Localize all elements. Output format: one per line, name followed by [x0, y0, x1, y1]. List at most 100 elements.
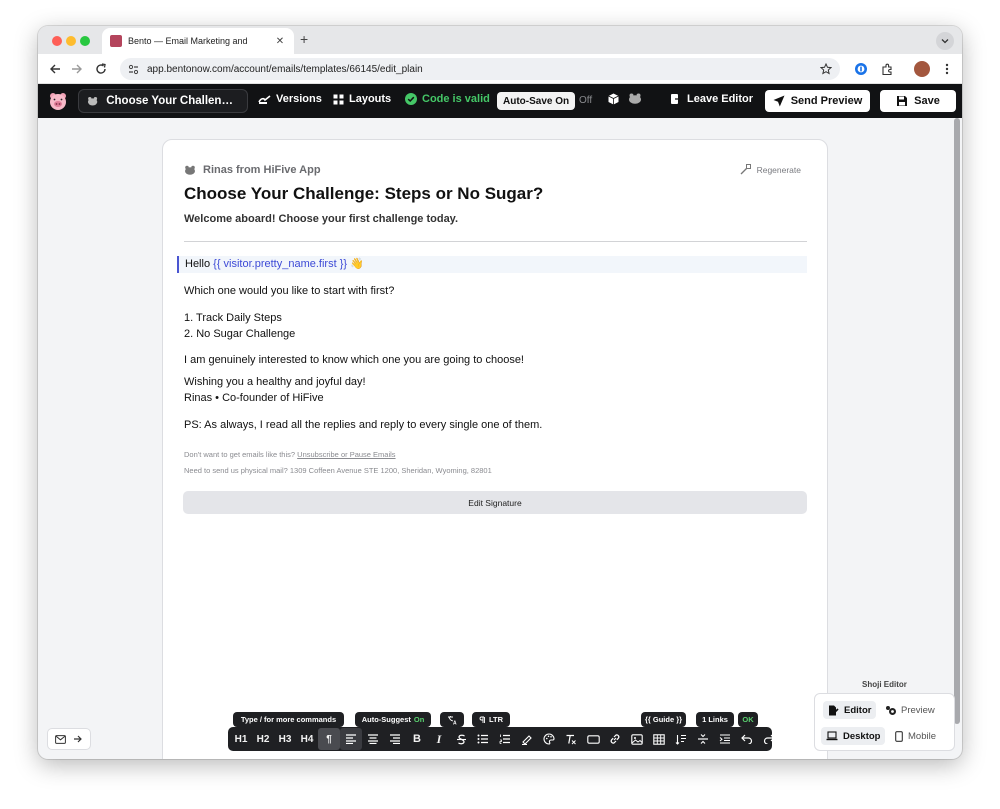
- button-block-icon[interactable]: [582, 728, 604, 750]
- template-title-button[interactable]: Choose Your Challenge:...: [78, 89, 248, 113]
- email-icon[interactable]: [55, 734, 67, 744]
- password-extension-icon[interactable]: [854, 62, 868, 76]
- align-right-icon[interactable]: [384, 728, 406, 750]
- check-circle-icon: [405, 93, 417, 105]
- paragraph-button[interactable]: ¶: [318, 728, 340, 750]
- challenge-list[interactable]: 1. Track Daily Steps 2. No Sugar Challen…: [184, 310, 295, 342]
- profile-avatar[interactable]: [914, 61, 930, 77]
- forward-icon[interactable]: [70, 62, 84, 76]
- site-settings-icon[interactable]: [128, 64, 139, 75]
- heading-1-button[interactable]: H1: [230, 728, 252, 750]
- tab-search-icon[interactable]: [936, 32, 954, 50]
- line-height-icon[interactable]: [670, 728, 692, 750]
- close-tab-icon[interactable]: ✕: [274, 36, 286, 47]
- heading-4-button[interactable]: H4: [296, 728, 318, 750]
- image-icon[interactable]: [626, 728, 648, 750]
- unsubscribe-footer: Don't want to get emails like this? Unsu…: [184, 450, 396, 459]
- regenerate-button[interactable]: Regenerate: [740, 164, 801, 175]
- browser-menu-icon[interactable]: [940, 62, 954, 76]
- text-direction-toggle[interactable]: LTR: [472, 712, 510, 727]
- minimize-window-button[interactable]: [66, 36, 76, 46]
- sender-name[interactable]: Rinas from HiFive App: [184, 164, 321, 176]
- heading-3-button[interactable]: H3: [274, 728, 296, 750]
- shoji-editor-label: Shoji Editor: [862, 680, 907, 689]
- email-subject[interactable]: Choose Your Challenge: Steps or No Sugar…: [184, 184, 543, 204]
- editor-mode-button[interactable]: Editor: [823, 701, 877, 719]
- leave-editor-button[interactable]: Leave Editor: [670, 93, 753, 105]
- autosave-off-option[interactable]: Off: [579, 95, 592, 106]
- autosave-toggle[interactable]: Auto-Save On: [497, 92, 576, 110]
- redo-icon[interactable]: [758, 728, 780, 750]
- forward-arrow-icon[interactable]: [73, 734, 83, 744]
- back-icon[interactable]: [48, 62, 62, 76]
- document-edit-icon: [829, 705, 839, 715]
- signature-line[interactable]: Rinas • Co-founder of HiFive: [184, 390, 324, 406]
- email-editor-card: Rinas from HiFive App Regenerate Choose …: [162, 139, 828, 759]
- new-tab-icon[interactable]: +: [300, 31, 308, 47]
- maximize-window-button[interactable]: [80, 36, 90, 46]
- phone-icon: [895, 730, 903, 742]
- wishing-line[interactable]: Wishing you a healthy and joyful day!: [184, 374, 366, 390]
- links-count-button[interactable]: 1 Links: [696, 712, 734, 727]
- ps-paragraph[interactable]: PS: As always, I read all the replies an…: [184, 417, 542, 433]
- link-icon[interactable]: [604, 728, 626, 750]
- url-bar[interactable]: app.bentonow.com/account/emails/template…: [120, 58, 840, 80]
- bento-logo-icon[interactable]: [48, 91, 68, 111]
- align-left-icon[interactable]: [340, 728, 362, 750]
- unsubscribe-link[interactable]: Unsubscribe or Pause Emails: [297, 450, 395, 459]
- sender-bento-icon: [185, 165, 195, 175]
- edit-signature-button[interactable]: Edit Signature: [183, 491, 807, 514]
- undo-icon[interactable]: [736, 728, 758, 750]
- magic-wand-icon: [740, 164, 751, 175]
- email-preheader[interactable]: Welcome aboard! Choose your first challe…: [184, 213, 458, 225]
- align-center-icon[interactable]: [362, 728, 384, 750]
- paper-plane-icon: [773, 95, 785, 107]
- browser-window: Bento — Email Marketing and ✕ + app.bent…: [38, 26, 962, 759]
- divider-icon[interactable]: [692, 728, 714, 750]
- bento-mascot-icon[interactable]: [628, 93, 642, 104]
- versions-button[interactable]: Versions: [258, 93, 322, 105]
- save-button[interactable]: Save: [880, 90, 956, 112]
- greeting-line[interactable]: Hello {{ visitor.pretty_name.first }} 👋: [177, 256, 807, 273]
- mobile-view-button[interactable]: Mobile: [890, 727, 941, 745]
- numbered-list-icon[interactable]: [494, 728, 516, 750]
- bookmark-star-icon[interactable]: [820, 63, 832, 75]
- italic-button[interactable]: I: [428, 728, 450, 750]
- list-item: 1. Track Daily Steps: [184, 312, 282, 324]
- extensions-puzzle-icon[interactable]: [880, 62, 894, 76]
- autosuggest-toggle[interactable]: Auto-Suggest On: [355, 712, 431, 727]
- address-bar: app.bentonow.com/account/emails/template…: [38, 54, 962, 84]
- text-color-palette-icon[interactable]: [538, 728, 560, 750]
- table-icon[interactable]: [648, 728, 670, 750]
- layouts-button[interactable]: Layouts: [333, 93, 391, 105]
- page-scrollbar[interactable]: [954, 118, 960, 724]
- indent-icon[interactable]: [714, 728, 736, 750]
- close-window-button[interactable]: [52, 36, 62, 46]
- strikethrough-icon[interactable]: [450, 728, 472, 750]
- cube-icon[interactable]: [608, 93, 619, 105]
- highlight-icon[interactable]: [516, 728, 538, 750]
- translate-icon[interactable]: A: [440, 712, 464, 727]
- preview-mascot-icon: [886, 705, 896, 715]
- interest-paragraph[interactable]: I am genuinely interested to know which …: [184, 352, 524, 368]
- layouts-grid-icon: [333, 94, 344, 104]
- first-name-variable: {{ visitor.pretty_name.first }}: [213, 258, 348, 270]
- clear-formatting-icon[interactable]: [560, 728, 582, 750]
- heading-2-button[interactable]: H2: [252, 728, 274, 750]
- exit-icon: [671, 94, 682, 104]
- bento-favicon-icon: [110, 35, 122, 47]
- browser-tab[interactable]: Bento — Email Marketing and ✕: [102, 28, 294, 54]
- laptop-icon: [826, 731, 838, 741]
- desktop-view-button[interactable]: Desktop: [821, 727, 886, 745]
- code-valid-status[interactable]: Code is valid: [405, 93, 490, 105]
- app-header: Choose Your Challenge:... Versions Layou…: [38, 84, 962, 118]
- guide-button[interactable]: {{ Guide }}: [641, 712, 686, 727]
- question-paragraph[interactable]: Which one would you like to start with f…: [184, 283, 394, 299]
- subject-divider: [184, 241, 807, 242]
- send-preview-button[interactable]: Send Preview: [765, 90, 870, 112]
- preview-mode-button[interactable]: Preview: [880, 701, 940, 719]
- floppy-disk-icon: [897, 96, 908, 106]
- bullet-list-icon[interactable]: [472, 728, 494, 750]
- reload-icon[interactable]: [94, 62, 108, 76]
- bold-button[interactable]: B: [406, 728, 428, 750]
